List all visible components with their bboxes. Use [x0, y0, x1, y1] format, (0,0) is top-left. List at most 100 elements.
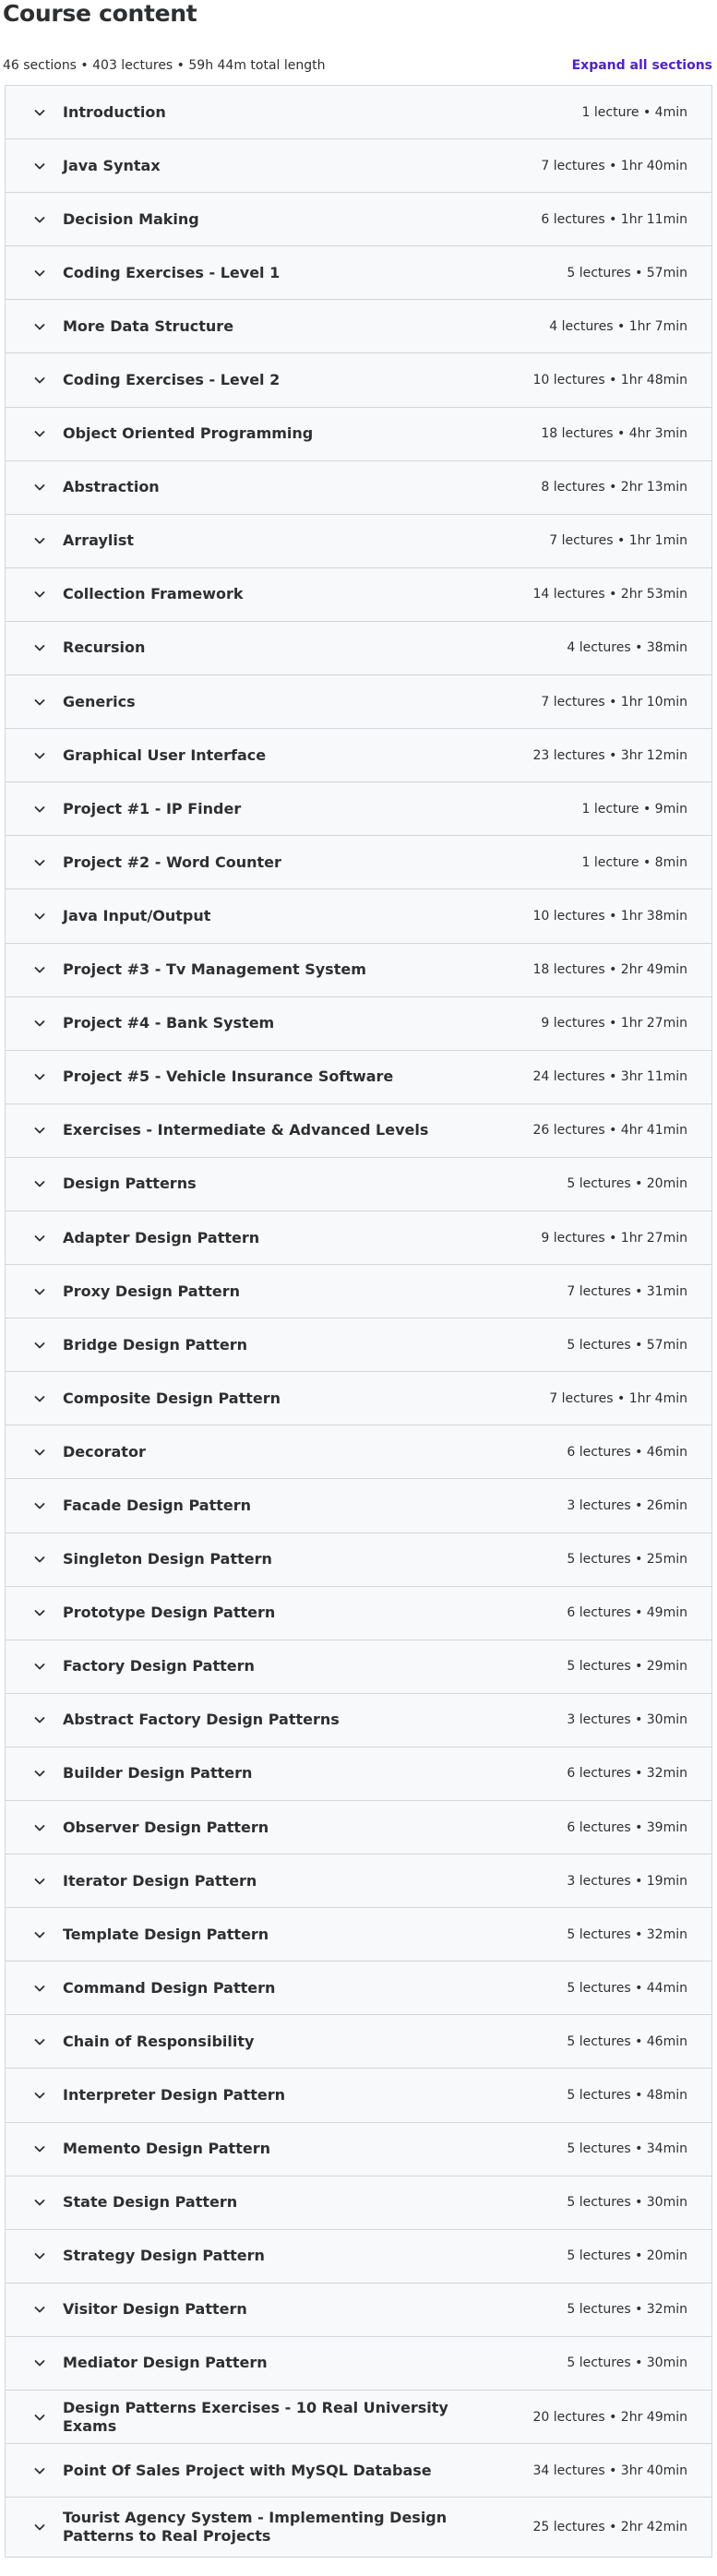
section-row[interactable]: Facade Design Pattern 3 lectures • 26min	[6, 1479, 711, 1533]
section-row[interactable]: Generics 7 lectures • 1hr 10min	[6, 675, 711, 730]
chevron-down-icon	[33, 2196, 46, 2209]
section-row[interactable]: Project #3 - Tv Management System 18 lect…	[6, 943, 711, 997]
section-stats: 9 lectures • 1hr 27min	[541, 1230, 687, 1246]
section-row[interactable]: Java Input/Output 10 lectures • 1hr 38min	[6, 889, 711, 944]
course-summary-row: 46 sections • 403 lectures • 59h 44m tot…	[0, 52, 717, 79]
chevron-down-icon	[33, 2249, 46, 2262]
section-title: Coding Exercises - Level 1	[63, 263, 281, 281]
section-title: Visitor Design Pattern	[63, 2300, 247, 2319]
section-stats: 5 lectures • 20min	[567, 2248, 687, 2264]
section-row[interactable]: Tourist Agency System - Implementing Des…	[6, 2498, 711, 2558]
section-row[interactable]: Project #2 - Word Counter 1 lecture • 8mi…	[6, 836, 711, 890]
section-title: Chain of Responsibility	[63, 2032, 255, 2050]
section-stats: 25 lectures • 2hr 42min	[532, 2520, 687, 2535]
section-row[interactable]: Singleton Design Pattern 5 lectures • 25m…	[6, 1532, 711, 1587]
section-row[interactable]: Arraylist 7 lectures • 1hr 1min	[6, 514, 711, 568]
section-title: Iterator Design Pattern	[63, 1871, 257, 1890]
section-row[interactable]: Prototype Design Pattern 6 lectures • 49m…	[6, 1586, 711, 1640]
section-row[interactable]: Exercises - Intermediate & Advanced Leve…	[6, 1103, 711, 1158]
section-row[interactable]: Interpreter Design Pattern 5 lectures • 4…	[6, 2069, 711, 2123]
section-row[interactable]: Design Patterns 5 lectures • 20min	[6, 1157, 711, 1211]
section-stats: 6 lectures • 1hr 11min	[541, 211, 687, 227]
chevron-down-icon	[33, 2464, 46, 2477]
section-row[interactable]: Coding Exercises - Level 2 10 lectures • …	[6, 353, 711, 408]
section-stats: 4 lectures • 38min	[567, 640, 687, 656]
section-row[interactable]: Bridge Design Pattern 5 lectures • 57min	[6, 1318, 711, 1373]
section-row[interactable]: Recursion 4 lectures • 38min	[6, 621, 711, 676]
section-stats: 6 lectures • 32min	[567, 1766, 687, 1782]
section-row[interactable]: Project #1 - IP Finder 1 lecture • 9min	[6, 782, 711, 837]
chevron-down-icon	[33, 1392, 46, 1405]
section-row[interactable]: Iterator Design Pattern 3 lectures • 19mi…	[6, 1854, 711, 1909]
section-row[interactable]: Mediator Design Pattern 5 lectures • 30mi…	[6, 2336, 711, 2391]
section-title: Memento Design Pattern	[63, 2140, 270, 2158]
section-row[interactable]: Chain of Responsibility 5 lectures • 46mi…	[6, 2015, 711, 2069]
section-row[interactable]: Command Design Pattern 5 lectures • 44min	[6, 1962, 711, 2016]
section-row[interactable]: Java Syntax 7 lectures • 1hr 40min	[6, 139, 711, 194]
section-row[interactable]: Introduction 1 lecture • 4min	[6, 86, 711, 140]
section-row[interactable]: Coding Exercises - Level 1 5 lectures • 5…	[6, 246, 711, 301]
section-title: Java Input/Output	[63, 906, 211, 924]
section-row[interactable]: Graphical User Interface 23 lectures • 3h…	[6, 729, 711, 783]
section-row[interactable]: Observer Design Pattern 6 lectures • 39mi…	[6, 1801, 711, 1855]
section-stats: 6 lectures • 39min	[567, 1819, 687, 1835]
section-row[interactable]: Proxy Design Pattern 7 lectures • 31min	[6, 1265, 711, 1319]
section-title: Template Design Pattern	[63, 1925, 269, 1943]
section-stats: 1 lecture • 9min	[581, 801, 687, 817]
section-stats: 5 lectures • 32min	[567, 2302, 687, 2318]
section-row[interactable]: Builder Design Pattern 6 lectures • 32min	[6, 1747, 711, 1801]
section-stats: 5 lectures • 30min	[567, 2355, 687, 2371]
section-row[interactable]: Decision Making 6 lectures • 1hr 11min	[6, 193, 711, 247]
section-title: Point Of Sales Project with MySQL Databa…	[63, 2461, 432, 2479]
section-stats: 10 lectures • 1hr 48min	[532, 373, 687, 388]
section-row[interactable]: Collection Framework 14 lectures • 2hr 53…	[6, 567, 711, 622]
chevron-down-icon	[33, 1875, 46, 1888]
section-title: Recursion	[63, 638, 146, 657]
sections-accordion: Introduction 1 lecture • 4min Java Syntax 7…	[5, 85, 712, 2558]
chevron-down-icon	[33, 1982, 46, 1995]
section-stats: 5 lectures • 32min	[567, 1926, 687, 1942]
section-title: Abstract Factory Design Patterns	[63, 1711, 340, 1729]
chevron-down-icon	[33, 2521, 46, 2534]
chevron-down-icon	[33, 320, 46, 333]
section-title: Object Oriented Programming	[63, 424, 314, 443]
section-row[interactable]: Point Of Sales Project with MySQL Databa…	[6, 2444, 711, 2498]
section-row[interactable]: Abstract Factory Design Patterns 3 lectur…	[6, 1693, 711, 1747]
section-stats: 5 lectures • 20min	[567, 1176, 687, 1192]
chevron-down-icon	[33, 1713, 46, 1726]
expand-all-sections-button[interactable]: Expand all sections	[572, 58, 714, 73]
section-stats: 1 lecture • 4min	[581, 104, 687, 120]
section-stats: 3 lectures • 26min	[567, 1497, 687, 1513]
section-row[interactable]: Visitor Design Pattern 5 lectures • 32min	[6, 2283, 711, 2337]
section-row[interactable]: Design Patterns Exercises - 10 Real Univ…	[6, 2391, 711, 2445]
chevron-down-icon	[33, 2411, 46, 2424]
section-row[interactable]: Composite Design Pattern 7 lectures • 1hr…	[6, 1372, 711, 1426]
course-content-page: Course content 46 sections • 403 lecture…	[0, 0, 717, 2576]
section-row[interactable]: Decorator 6 lectures • 46min	[6, 1425, 711, 1480]
chevron-down-icon	[33, 534, 46, 547]
section-stats: 9 lectures • 1hr 27min	[541, 1016, 687, 1032]
section-stats: 5 lectures • 34min	[567, 2141, 687, 2157]
section-title: Command Design Pattern	[63, 1978, 276, 1997]
section-stats: 5 lectures • 29min	[567, 1659, 687, 1675]
chevron-down-icon	[33, 2356, 46, 2369]
section-row[interactable]: Strategy Design Pattern 5 lectures • 20mi…	[6, 2229, 711, 2284]
section-row[interactable]: Template Design Pattern 5 lectures • 32mi…	[6, 1908, 711, 1962]
section-row[interactable]: State Design Pattern 5 lectures • 30min	[6, 2176, 711, 2230]
section-row[interactable]: Memento Design Pattern 5 lectures • 34min	[6, 2122, 711, 2176]
section-title: Collection Framework	[63, 585, 244, 603]
chevron-down-icon	[33, 374, 46, 387]
chevron-down-icon	[33, 641, 46, 654]
section-stats: 5 lectures • 57min	[567, 265, 687, 280]
section-stats: 10 lectures • 1hr 38min	[532, 908, 687, 924]
section-row[interactable]: Project #4 - Bank System 9 lectures • 1hr…	[6, 996, 711, 1051]
chevron-down-icon	[33, 2035, 46, 2048]
section-row[interactable]: Adapter Design Pattern 9 lectures • 1hr 2…	[6, 1210, 711, 1266]
section-stats: 5 lectures • 44min	[567, 1980, 687, 1996]
section-row[interactable]: More Data Structure 4 lectures • 1hr 7min	[6, 300, 711, 354]
section-row[interactable]: Project #5 - Vehicle Insurance Software 2…	[6, 1050, 711, 1104]
section-row[interactable]: Factory Design Pattern 5 lectures • 29min	[6, 1640, 711, 1694]
section-row[interactable]: Object Oriented Programming 18 lectures •…	[6, 407, 711, 461]
section-row[interactable]: Abstraction 8 lectures • 2hr 13min	[6, 460, 711, 515]
section-stats: 34 lectures • 3hr 40min	[532, 2463, 687, 2478]
